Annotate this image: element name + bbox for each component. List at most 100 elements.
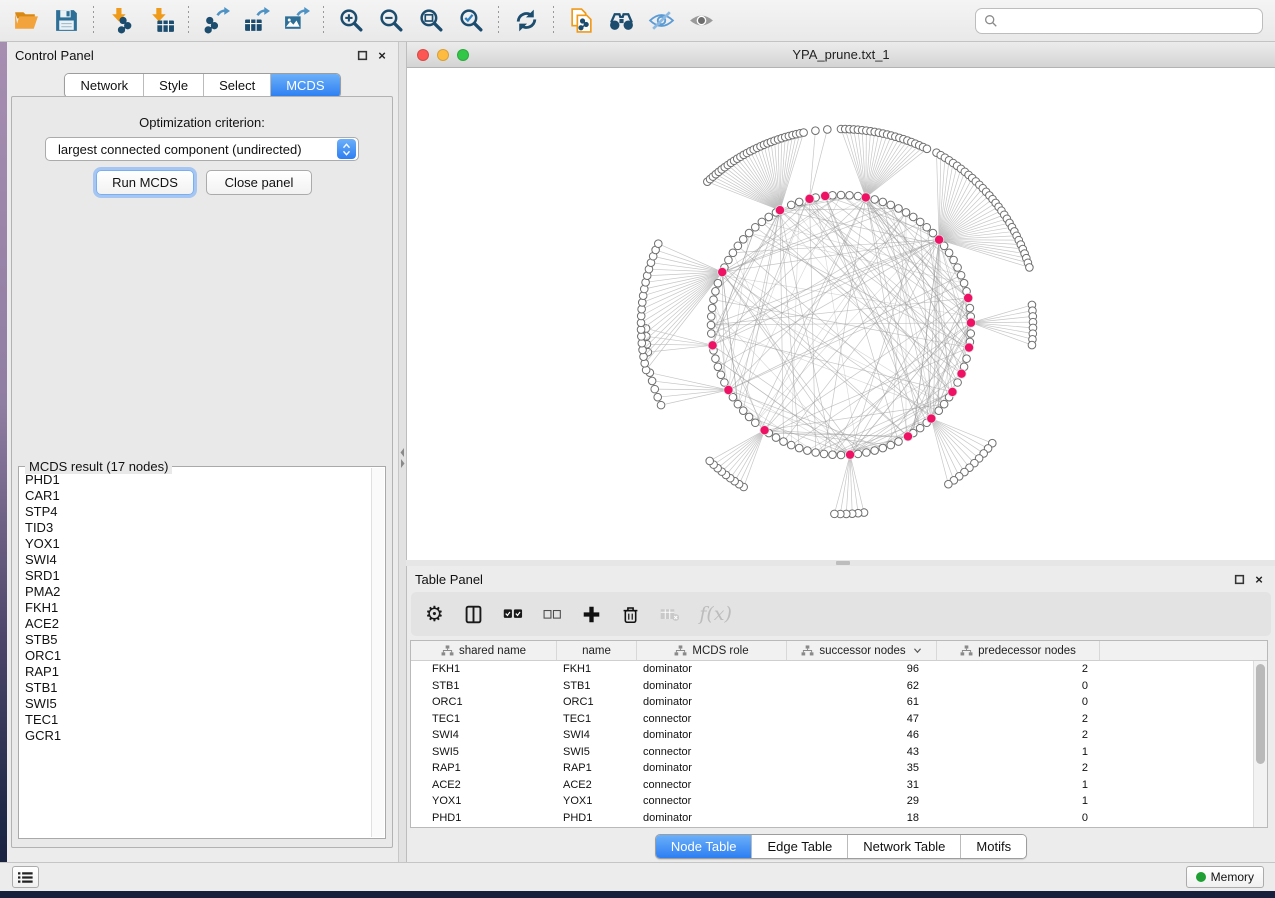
cell-name[interactable]: SWI4 bbox=[557, 729, 637, 741]
graph-node[interactable] bbox=[960, 279, 968, 287]
graph-node[interactable] bbox=[945, 249, 953, 257]
column-header-successor-nodes[interactable]: successor nodes bbox=[787, 641, 937, 660]
graph-node[interactable] bbox=[879, 198, 887, 206]
mcds-result-item[interactable]: STP4 bbox=[25, 504, 371, 520]
mcds-result-item[interactable]: STB5 bbox=[25, 632, 371, 648]
graph-node[interactable] bbox=[710, 296, 718, 304]
graph-hub-node[interactable] bbox=[903, 432, 912, 441]
network-titlebar[interactable]: YPA_prune.txt_1 bbox=[407, 42, 1275, 68]
graph-node[interactable] bbox=[957, 271, 965, 279]
vertical-splitter[interactable] bbox=[399, 42, 406, 862]
graph-node[interactable] bbox=[729, 249, 737, 257]
graph-node[interactable] bbox=[940, 400, 948, 408]
graph-hub-node[interactable] bbox=[966, 318, 975, 327]
column-header-predecessor-nodes[interactable]: predecessor nodes bbox=[937, 641, 1100, 660]
graph-node[interactable] bbox=[758, 218, 766, 226]
network-canvas[interactable] bbox=[407, 68, 1275, 560]
optimization-criterion-select[interactable]: largest connected component (undirected) bbox=[45, 137, 359, 161]
table-row[interactable]: FKH1FKH1dominator962 bbox=[411, 661, 1253, 678]
cell-shared-name[interactable]: YOX1 bbox=[411, 795, 557, 807]
zoom-selected-button[interactable] bbox=[451, 3, 491, 39]
cell-successor-nodes[interactable]: 31 bbox=[787, 779, 937, 791]
graph-node[interactable] bbox=[871, 196, 879, 204]
graph-node[interactable] bbox=[751, 419, 759, 427]
graph-node[interactable] bbox=[745, 413, 753, 421]
cell-predecessor-nodes[interactable]: 0 bbox=[937, 812, 1100, 824]
graph-node[interactable] bbox=[837, 191, 845, 199]
graph-node[interactable] bbox=[721, 379, 729, 387]
graph-node[interactable] bbox=[887, 201, 895, 209]
mcds-result-item[interactable]: SWI5 bbox=[25, 696, 371, 712]
mcds-result-item[interactable]: ORC1 bbox=[25, 648, 371, 664]
cell-shared-name[interactable]: FKH1 bbox=[411, 663, 557, 675]
close-table-panel-icon[interactable]: × bbox=[1251, 571, 1267, 587]
graph-node[interactable] bbox=[765, 213, 773, 221]
cell-MCDS-role[interactable]: dominator bbox=[637, 680, 787, 692]
graph-hub-node[interactable] bbox=[957, 369, 966, 378]
cell-successor-nodes[interactable]: 62 bbox=[787, 680, 937, 692]
graph-node[interactable] bbox=[707, 321, 715, 329]
cell-successor-nodes[interactable]: 35 bbox=[787, 762, 937, 774]
cell-predecessor-nodes[interactable]: 0 bbox=[937, 680, 1100, 692]
cell-name[interactable]: ORC1 bbox=[557, 696, 637, 708]
table-row[interactable]: ACE2ACE2connector311 bbox=[411, 777, 1253, 794]
cell-shared-name[interactable]: SWI4 bbox=[411, 729, 557, 741]
table-row[interactable]: ORC1ORC1dominator610 bbox=[411, 694, 1253, 711]
graph-hub-node[interactable] bbox=[724, 385, 733, 394]
graph-node[interactable] bbox=[651, 385, 659, 393]
mcds-result-item[interactable]: PMA2 bbox=[25, 584, 371, 600]
minimize-window-icon[interactable] bbox=[437, 49, 449, 61]
graph-node[interactable] bbox=[846, 191, 854, 199]
graph-node[interactable] bbox=[654, 240, 662, 248]
run-mcds-button[interactable]: Run MCDS bbox=[96, 170, 194, 195]
mcds-result-item[interactable]: TEC1 bbox=[25, 712, 371, 728]
cell-name[interactable]: STB1 bbox=[557, 680, 637, 692]
table-row[interactable]: SWI4SWI4dominator462 bbox=[411, 727, 1253, 744]
refresh-network-button[interactable] bbox=[506, 3, 546, 39]
zoom-out-button[interactable] bbox=[371, 3, 411, 39]
graph-node[interactable] bbox=[923, 145, 931, 153]
graph-node[interactable] bbox=[657, 401, 665, 409]
graph-node[interactable] bbox=[734, 242, 742, 250]
graph-node[interactable] bbox=[895, 205, 903, 213]
hide-selected-button[interactable] bbox=[641, 3, 681, 39]
tab-mcds[interactable]: MCDS bbox=[271, 74, 339, 97]
save-session-button[interactable] bbox=[46, 3, 86, 39]
graph-node[interactable] bbox=[963, 355, 971, 363]
cell-MCDS-role[interactable]: connector bbox=[637, 795, 787, 807]
graph-node[interactable] bbox=[812, 449, 820, 457]
mcds-result-item[interactable]: STB1 bbox=[25, 680, 371, 696]
graph-hub-node[interactable] bbox=[805, 194, 814, 203]
tab-edge-table[interactable]: Edge Table bbox=[752, 835, 848, 858]
cell-predecessor-nodes[interactable]: 1 bbox=[937, 779, 1100, 791]
cell-shared-name[interactable]: PHD1 bbox=[411, 812, 557, 824]
graph-hub-node[interactable] bbox=[718, 268, 727, 277]
graph-node[interactable] bbox=[707, 313, 715, 321]
search-box[interactable] bbox=[975, 8, 1263, 34]
cell-MCDS-role[interactable]: connector bbox=[637, 779, 787, 791]
mcds-result-item[interactable]: SRD1 bbox=[25, 568, 371, 584]
mcds-result-list[interactable]: PHD1CAR1STP4TID3YOX1SWI4SRD1PMA2FKH1ACE2… bbox=[20, 468, 371, 837]
graph-node[interactable] bbox=[954, 379, 962, 387]
mcds-result-item[interactable]: YOX1 bbox=[25, 536, 371, 552]
graph-node[interactable] bbox=[648, 377, 656, 385]
tab-style[interactable]: Style bbox=[144, 74, 204, 97]
column-header-shared-name[interactable]: shared name bbox=[411, 641, 557, 660]
cell-MCDS-role[interactable]: connector bbox=[637, 713, 787, 725]
export-table-button[interactable] bbox=[236, 3, 276, 39]
cell-shared-name[interactable]: SWI5 bbox=[411, 746, 557, 758]
cell-predecessor-nodes[interactable]: 1 bbox=[937, 746, 1100, 758]
cell-shared-name[interactable]: RAP1 bbox=[411, 762, 557, 774]
graph-node[interactable] bbox=[863, 449, 871, 457]
export-image-button[interactable] bbox=[276, 3, 316, 39]
graph-node[interactable] bbox=[772, 434, 780, 442]
toggle-columns-button[interactable] bbox=[464, 599, 483, 629]
graph-node[interactable] bbox=[712, 355, 720, 363]
cell-shared-name[interactable]: ACE2 bbox=[411, 779, 557, 791]
cell-successor-nodes[interactable]: 96 bbox=[787, 663, 937, 675]
graph-node[interactable] bbox=[712, 288, 720, 296]
graph-node[interactable] bbox=[1026, 264, 1034, 272]
cell-MCDS-role[interactable]: dominator bbox=[637, 663, 787, 675]
cell-successor-nodes[interactable]: 18 bbox=[787, 812, 937, 824]
import-table-button[interactable] bbox=[141, 3, 181, 39]
